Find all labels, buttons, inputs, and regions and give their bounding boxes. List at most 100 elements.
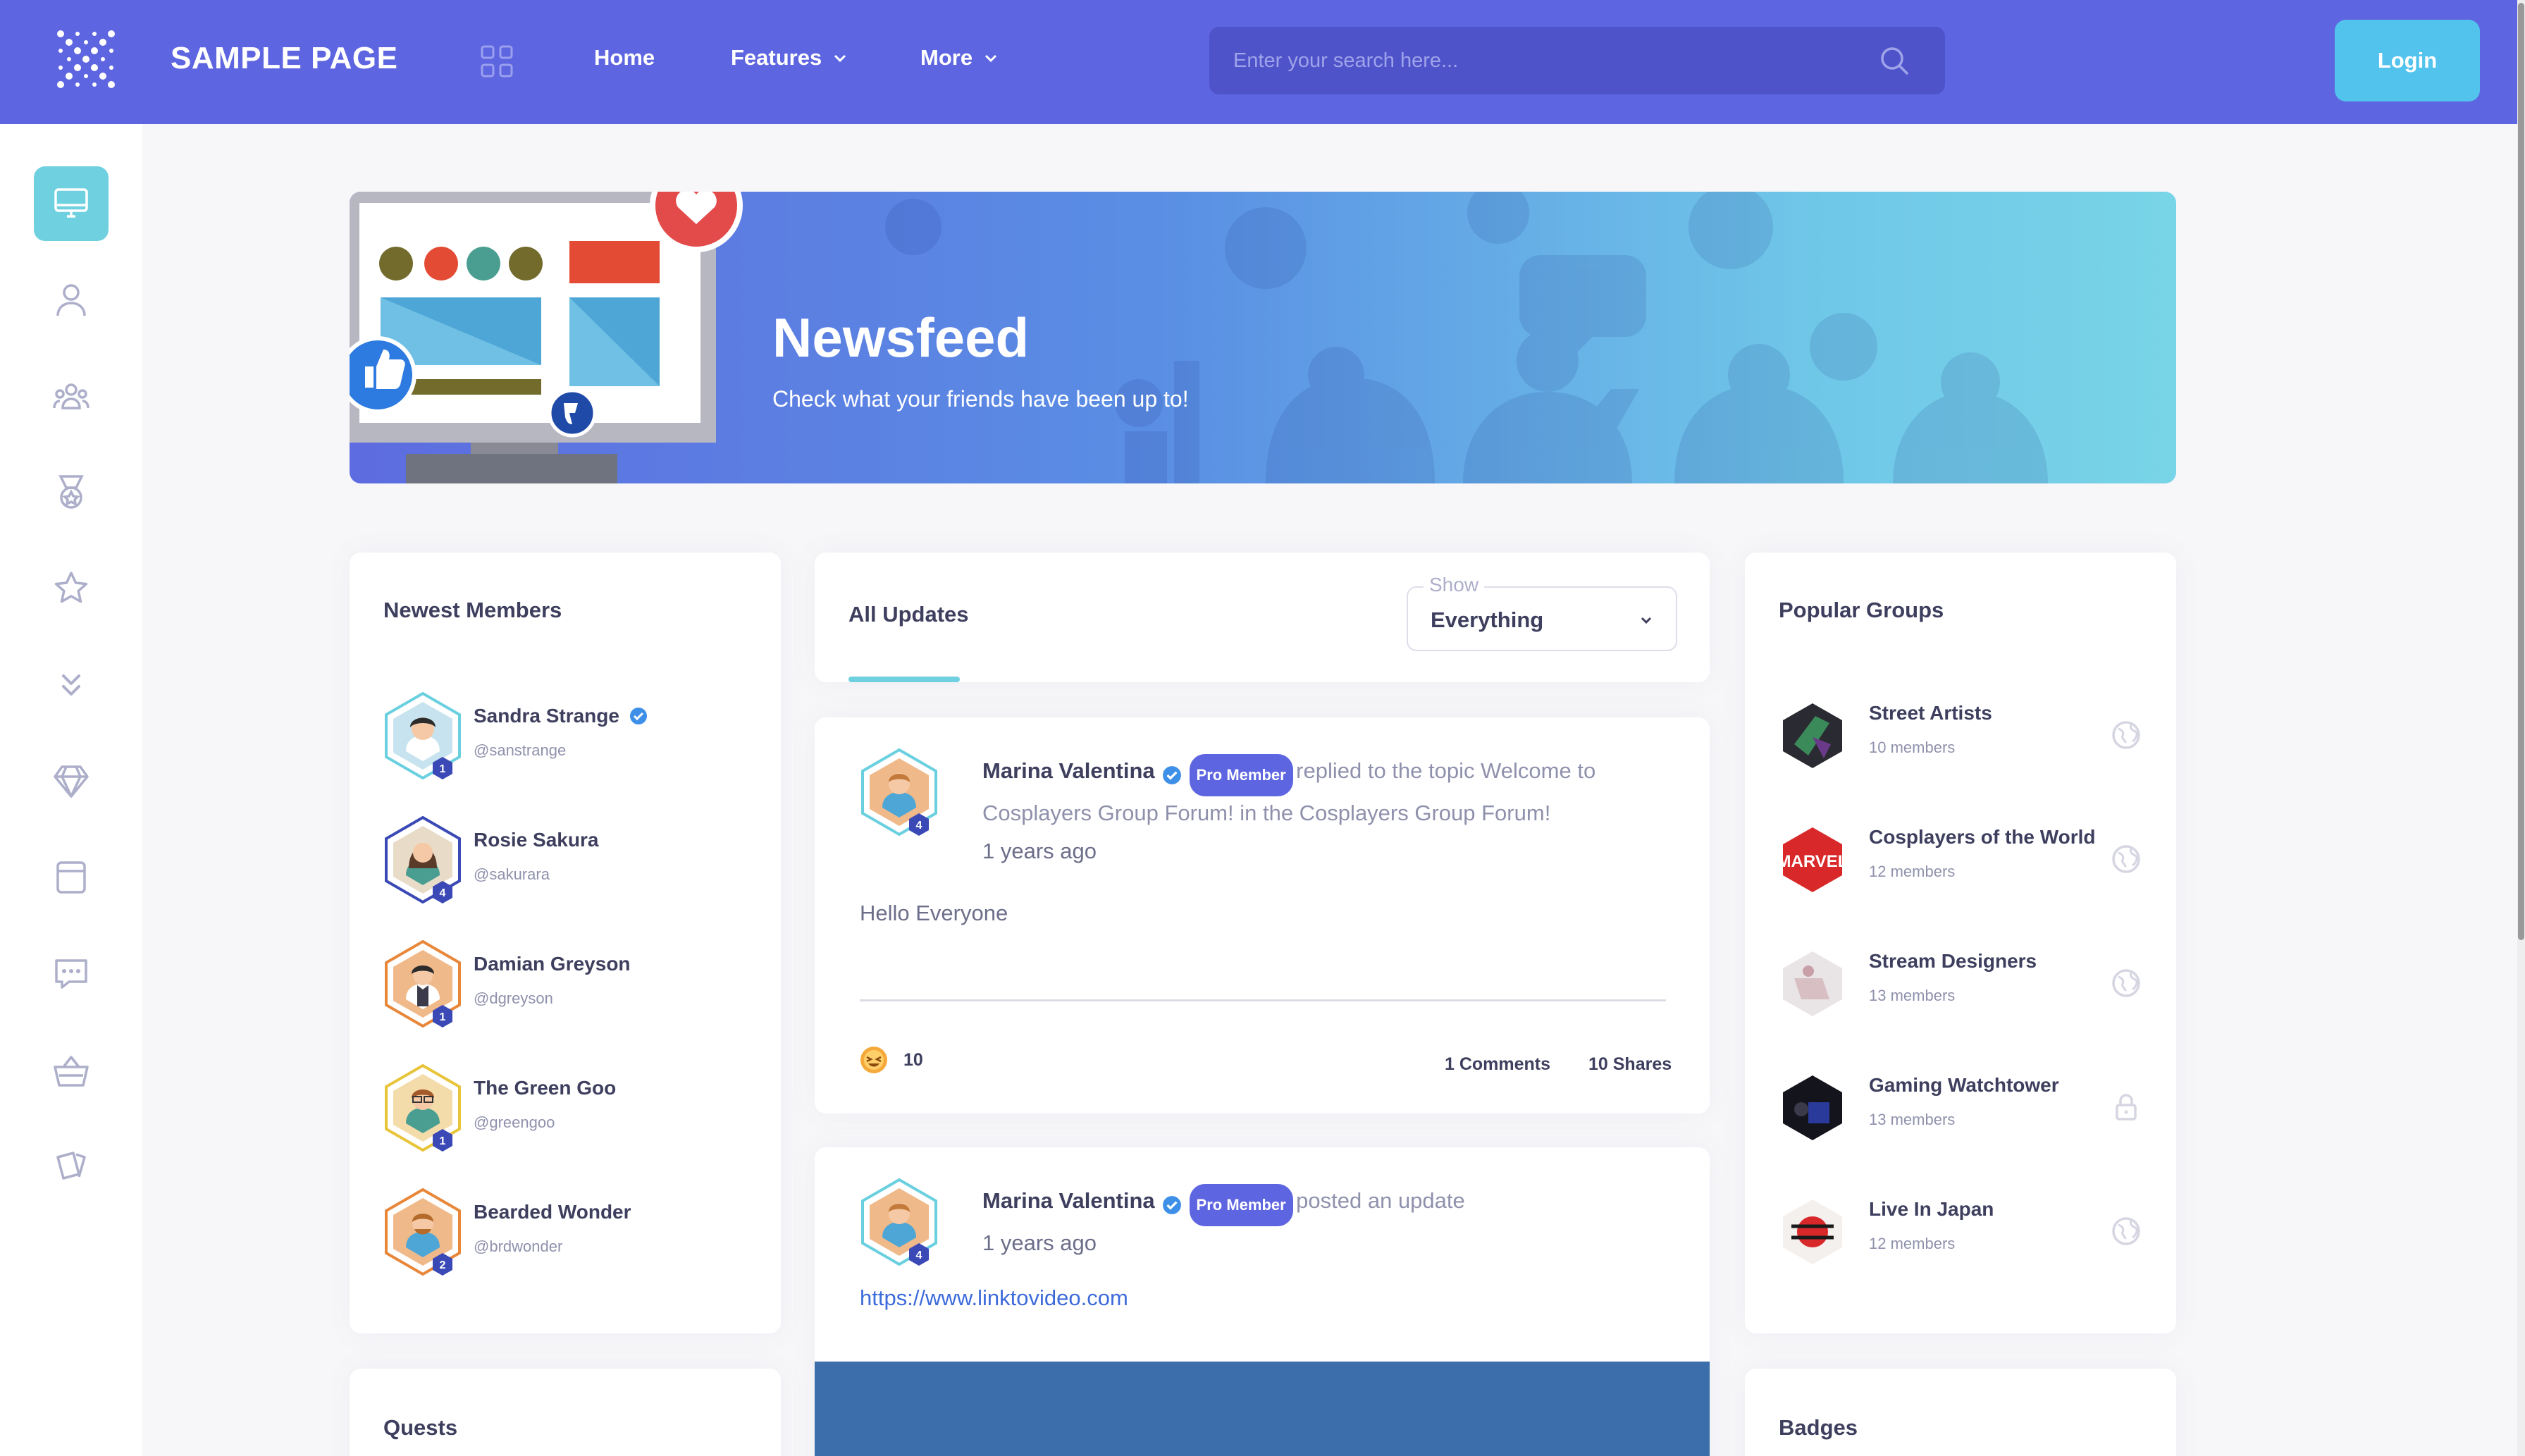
group-avatar[interactable] xyxy=(1780,702,1845,770)
post-time: 1 years ago xyxy=(982,839,1097,863)
badges-title: Badges xyxy=(1779,1415,1858,1440)
group-members: 10 members xyxy=(1869,739,1956,756)
avatar[interactable]: 1 xyxy=(383,940,462,1028)
scrollbar[interactable] xyxy=(2517,0,2525,1456)
basket-icon xyxy=(54,1056,89,1087)
group-item[interactable]: Stream Designers 13 members xyxy=(1780,950,2147,1028)
level-label: 2 xyxy=(440,1259,446,1271)
sidebar-item-newsfeed[interactable] xyxy=(34,166,109,241)
verified-icon xyxy=(1163,766,1182,784)
comments-count-link[interactable]: 1 Comments xyxy=(1445,1054,1550,1075)
group-avatar[interactable] xyxy=(1780,950,1845,1018)
post-link[interactable]: https://www.linktovideo.com xyxy=(860,1285,1128,1311)
monitor-illustration xyxy=(350,192,743,483)
star-icon xyxy=(54,572,88,603)
search-input[interactable] xyxy=(1233,27,1867,94)
login-button[interactable]: Login xyxy=(2335,20,2480,101)
level-label: 1 xyxy=(440,763,446,775)
shares-count-link[interactable]: 10 Shares xyxy=(1588,1054,1672,1075)
medal-icon xyxy=(58,475,84,509)
banner-title: Newsfeed xyxy=(772,307,1030,369)
member-item[interactable]: 1 Damian Greyson @dgreyson xyxy=(383,940,736,1032)
scrollbar-thumb[interactable] xyxy=(2518,3,2524,940)
select-label: Show xyxy=(1424,574,1485,596)
member-item[interactable]: 4 Rosie Sakura @sakurara xyxy=(383,816,736,908)
sidebar-item-members[interactable] xyxy=(49,374,93,418)
sidebar-item-pages[interactable] xyxy=(49,856,93,899)
search-icon[interactable] xyxy=(1879,45,1910,76)
video-embed[interactable] xyxy=(815,1362,1710,1456)
sidebar-item-badges[interactable] xyxy=(49,471,93,514)
group-avatar[interactable]: MARVEL xyxy=(1780,826,1845,894)
globe-icon xyxy=(2112,721,2140,749)
group-name[interactable]: Gaming Watchtower xyxy=(1869,1074,2059,1097)
laugh-reaction-icon[interactable] xyxy=(860,1046,888,1074)
newest-members-title: Newest Members xyxy=(383,598,562,622)
banner-illustration xyxy=(350,192,2048,483)
group-item[interactable]: Gaming Watchtower 13 members xyxy=(1780,1074,2147,1152)
nav-features[interactable]: Features xyxy=(731,45,848,70)
chevron-down-icon xyxy=(985,54,997,63)
sidebar-item-ranks[interactable] xyxy=(49,663,93,707)
group-avatar[interactable] xyxy=(1780,1198,1845,1266)
member-name[interactable]: Damian Greyson xyxy=(474,953,631,975)
user-icon xyxy=(56,284,86,316)
chevron-down-icon xyxy=(1641,617,1652,624)
tab-all-updates[interactable]: All Updates xyxy=(848,602,969,627)
member-name[interactable]: Sandra Strange xyxy=(474,705,619,727)
member-handle: @dgreyson xyxy=(474,989,553,1007)
verified-icon xyxy=(1163,1196,1182,1214)
sidebar-item-quests[interactable] xyxy=(49,567,93,610)
grid-menu-icon[interactable] xyxy=(481,45,513,78)
member-name[interactable]: Rosie Sakura xyxy=(474,829,598,851)
group-avatar[interactable] xyxy=(1780,1074,1845,1142)
member-handle: @greengoo xyxy=(474,1113,555,1131)
level-label: 4 xyxy=(916,820,922,832)
lock-icon xyxy=(2116,1094,2137,1121)
group-name[interactable]: Live In Japan xyxy=(1869,1198,1994,1221)
avatar[interactable]: 2 xyxy=(383,1188,462,1276)
group-name[interactable]: Cosplayers of the World xyxy=(1869,826,2096,849)
tab-active-indicator xyxy=(848,677,960,682)
divider xyxy=(860,999,1666,1001)
brand-logo-icon[interactable] xyxy=(55,28,117,90)
sidebar-item-profile[interactable] xyxy=(49,278,93,321)
globe-icon xyxy=(2112,969,2140,997)
group-item[interactable]: Street Artists 10 members xyxy=(1780,702,2147,779)
post-author[interactable]: Marina Valentina xyxy=(982,1188,1155,1213)
group-name[interactable]: Street Artists xyxy=(1869,702,1992,724)
globe-icon xyxy=(2112,845,2140,873)
member-name[interactable]: Bearded Wonder xyxy=(474,1201,631,1223)
nav-more[interactable]: More xyxy=(920,45,999,70)
member-item[interactable]: 1 The Green Goo @greengoo xyxy=(383,1064,736,1156)
sidebar-item-cards[interactable] xyxy=(49,1145,93,1188)
diamond-icon xyxy=(54,765,89,798)
popular-groups-title: Popular Groups xyxy=(1779,598,1944,622)
avatar[interactable]: 4 xyxy=(383,816,462,903)
sidebar-item-rewards[interactable] xyxy=(49,760,93,803)
sidebar-item-forums[interactable] xyxy=(49,952,93,996)
verified-icon xyxy=(629,708,647,724)
post-author[interactable]: Marina Valentina xyxy=(982,758,1155,783)
group-name[interactable]: Stream Designers xyxy=(1869,950,2037,973)
select-value: Everything xyxy=(1431,607,1544,632)
member-handle: @brdwonder xyxy=(474,1238,563,1255)
post-time: 1 years ago xyxy=(982,1230,1097,1255)
newsfeed-banner xyxy=(350,192,2176,483)
level-label: 1 xyxy=(440,1011,446,1023)
avatar[interactable]: 4 xyxy=(860,748,939,836)
member-item[interactable]: 2 Bearded Wonder @brdwonder xyxy=(383,1188,736,1280)
level-label: 1 xyxy=(440,1135,446,1147)
brand-name[interactable]: SAMPLE PAGE xyxy=(171,41,398,76)
avatar[interactable]: 4 xyxy=(860,1178,939,1266)
member-name[interactable]: The Green Goo xyxy=(474,1077,616,1099)
nav-home[interactable]: Home xyxy=(594,45,655,70)
sidebar-item-shop[interactable] xyxy=(49,1049,93,1092)
top-bar: SAMPLE PAGE Home Features More Login xyxy=(0,0,2517,124)
quests-title: Quests xyxy=(383,1415,458,1440)
avatar[interactable]: 1 xyxy=(383,692,462,779)
avatar[interactable]: 1 xyxy=(383,1064,462,1152)
member-item[interactable]: 1 Sandra Strange @sanstrange xyxy=(383,692,736,784)
group-item[interactable]: MARVEL Cosplayers of the World 12 member… xyxy=(1780,826,2147,903)
group-item[interactable]: Live In Japan 12 members xyxy=(1780,1198,2147,1276)
